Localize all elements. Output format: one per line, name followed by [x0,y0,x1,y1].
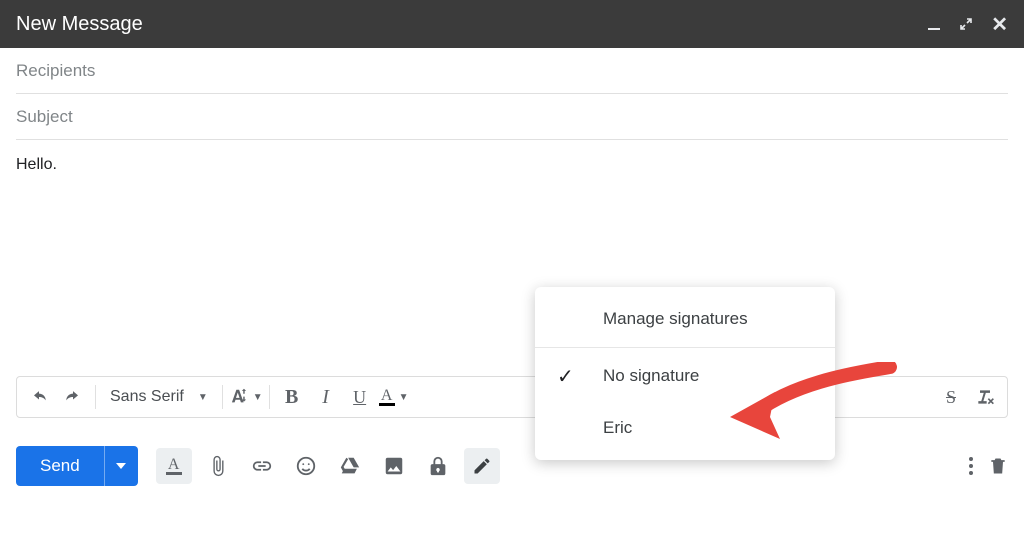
confidential-mode-button[interactable] [420,448,456,484]
right-action-icons [968,448,1008,484]
separator [222,385,223,409]
chevron-down-icon: ▼ [399,392,409,403]
compose-fields: Recipients Subject [0,48,1024,140]
window-titlebar: New Message ✕ [0,0,1024,48]
text-color-icon: A [379,389,395,406]
text-color-button[interactable]: A ▼ [378,382,410,412]
undo-button[interactable] [23,382,55,412]
message-body[interactable]: Hello. [0,140,1024,340]
recipients-field[interactable]: Recipients [16,48,1008,94]
insert-image-button[interactable] [376,448,412,484]
subject-field[interactable]: Subject [16,94,1008,140]
insert-drive-button[interactable] [332,448,368,484]
window-title: New Message [16,13,927,36]
chevron-down-icon: ▼ [253,392,263,403]
no-signature-label: No signature [603,366,699,386]
insert-emoji-button[interactable] [288,448,324,484]
signature-name: Eric [603,418,632,438]
italic-button[interactable]: I [310,382,342,412]
redo-button[interactable] [57,382,89,412]
checkmark-icon: ✓ [557,364,574,389]
manage-signatures-item[interactable]: Manage signatures [535,293,835,345]
send-button-group: Send [16,446,138,486]
font-size-button[interactable]: ▼ [229,382,263,412]
window-controls: ✕ [927,12,1008,37]
body-text: Hello. [16,156,57,173]
signature-item-eric[interactable]: Eric [535,402,835,454]
subject-placeholder: Subject [16,107,73,127]
separator [269,385,270,409]
discard-draft-button[interactable] [988,448,1008,484]
underline-button[interactable]: U [344,382,376,412]
more-options-button[interactable] [968,448,974,484]
chevron-down-icon: ▼ [198,392,208,403]
insert-link-button[interactable] [244,448,280,484]
send-options-button[interactable] [104,446,138,486]
formatting-toolbar: Sans Serif ▼ ▼ B I U A ▼ S [16,376,1008,418]
attach-file-button[interactable] [200,448,236,484]
action-bar: Send A [16,444,1008,488]
formatting-toggle-button[interactable]: A [156,448,192,484]
manage-signatures-label: Manage signatures [603,309,748,329]
separator [535,347,835,348]
clear-formatting-button[interactable] [969,382,1001,412]
recipients-placeholder: Recipients [16,61,95,81]
formatting-icon: A [166,458,182,475]
insert-signature-button[interactable] [464,448,500,484]
minimize-icon[interactable] [927,17,941,31]
font-family-select[interactable]: Sans Serif ▼ [102,382,216,412]
formatting-toolbar-container: Sans Serif ▼ ▼ B I U A ▼ S [16,376,1008,418]
send-button[interactable]: Send [16,446,104,486]
font-name: Sans Serif [110,388,184,406]
signature-menu: Manage signatures ✓ No signature Eric [535,287,835,460]
separator [95,385,96,409]
strikethrough-button[interactable]: S [935,382,967,412]
close-icon[interactable]: ✕ [991,12,1008,37]
expand-icon[interactable] [959,17,973,31]
compose-action-icons: A [156,448,500,484]
bold-button[interactable]: B [276,382,308,412]
no-signature-item[interactable]: ✓ No signature [535,350,835,402]
